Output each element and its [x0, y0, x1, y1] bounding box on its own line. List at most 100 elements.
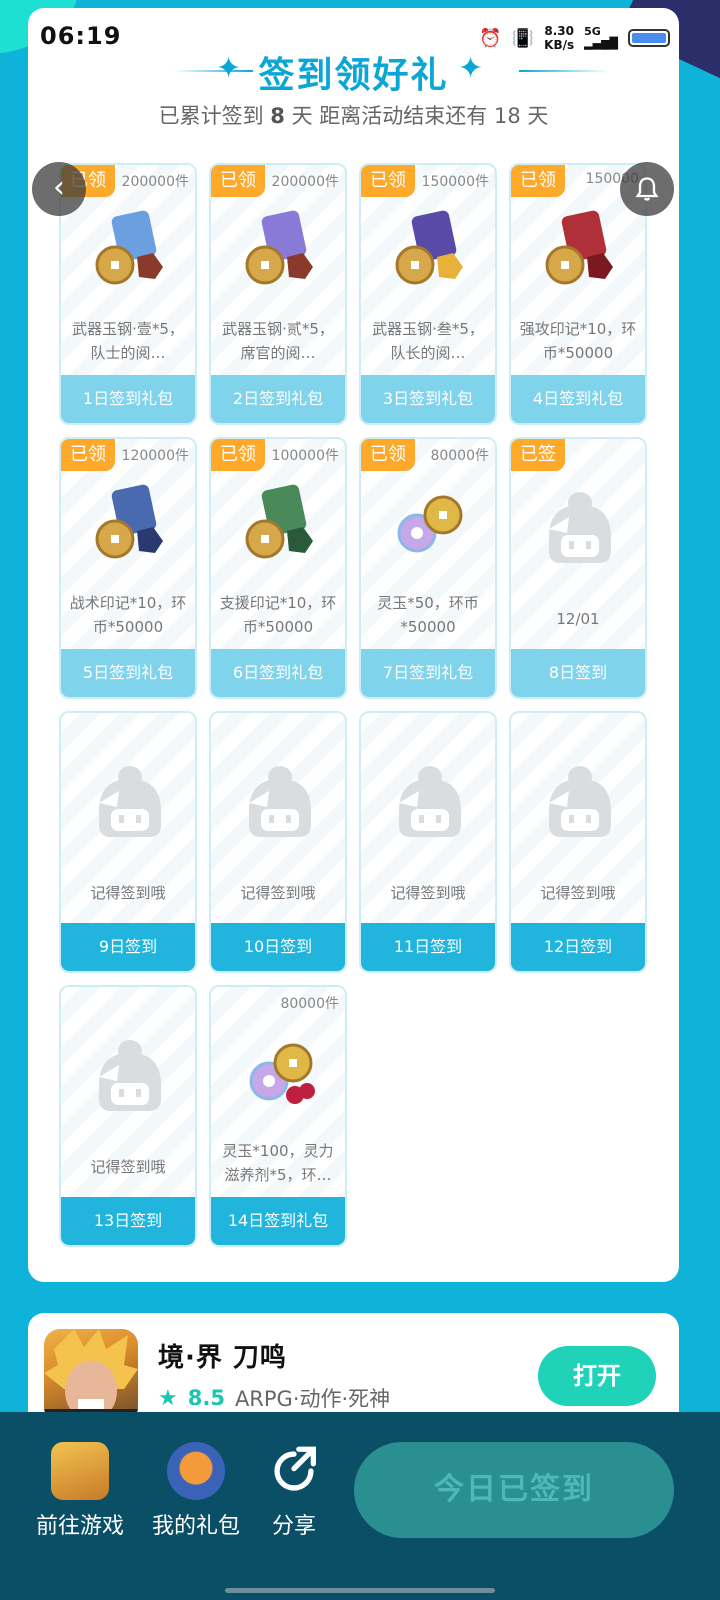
mascot-placeholder-icon	[545, 489, 615, 565]
notification-button[interactable]	[620, 162, 674, 216]
game-name: 境·界 刀鸣	[158, 1343, 287, 1373]
battery-icon	[628, 29, 670, 47]
checkin-summary: 已累计签到 8 天 距离活动结束还有 18 天	[28, 100, 679, 130]
open-game-button[interactable]: 打开	[538, 1346, 656, 1406]
checkin-card-day-7[interactable]: 已领 80000件灵玉*50，环币*50000 7日签到礼包	[359, 437, 497, 699]
back-button[interactable]: ‹	[32, 162, 86, 216]
bell-icon	[635, 177, 659, 201]
remaining-quantity: 80000件	[430, 448, 489, 464]
claimed-badge: 已领	[361, 165, 415, 197]
days-left-count: 18	[493, 104, 521, 128]
gift-description: 灵玉*50，环币*50000	[377, 594, 479, 636]
checkin-card-day-12[interactable]: 记得签到哦 12日签到	[509, 711, 647, 973]
card-day-label: 3日签到礼包	[361, 375, 495, 423]
network-indicator: 5G ▂▄▆█	[584, 26, 618, 50]
gift-item-image	[235, 481, 325, 571]
back-icon: ‹	[53, 170, 65, 205]
claimed-badge: 已领	[511, 165, 565, 197]
day-status-text: 记得签到哦	[240, 884, 316, 902]
game-shortcut-icon	[51, 1442, 109, 1500]
day-status-text: 记得签到哦	[90, 884, 166, 902]
card-day-label: 11日签到	[361, 923, 495, 971]
remaining-quantity: 150000件	[421, 174, 489, 190]
gift-description: 战术印记*10，环币*50000	[69, 594, 187, 636]
share-label: 分享	[271, 1514, 316, 1539]
clock: 06:19	[40, 22, 122, 50]
card-day-label: 4日签到礼包	[511, 375, 645, 423]
day-status-text: 记得签到哦	[90, 1158, 166, 1176]
gift-item-image	[85, 207, 175, 297]
card-day-label: 6日签到礼包	[211, 649, 345, 697]
claimed-badge: 已领	[361, 439, 415, 471]
gift-description: 强攻印记*10，环币*50000	[519, 320, 637, 362]
goto-game-button[interactable]: 前往游戏	[30, 1442, 130, 1540]
checkin-card-day-8[interactable]: 已签 12/01 8日签到	[509, 437, 647, 699]
star-icon: ★	[158, 1385, 178, 1411]
claimed-badge: 已签	[511, 439, 565, 471]
mascot-placeholder-icon	[545, 763, 615, 839]
card-day-label: 9日签到	[61, 923, 195, 971]
card-day-label: 5日签到礼包	[61, 649, 195, 697]
card-day-label: 8日签到	[511, 649, 645, 697]
remaining-quantity: 100000件	[271, 448, 339, 464]
card-day-label: 2日签到礼包	[211, 375, 345, 423]
speed-value: 8.30	[544, 24, 574, 38]
vibrate-icon: 📳	[511, 27, 535, 49]
gift-item-image	[535, 207, 625, 297]
gift-item-image	[385, 481, 475, 571]
checkin-card-day-13[interactable]: 记得签到哦 13日签到	[59, 985, 197, 1247]
sparkle-icon: ✦	[458, 51, 484, 86]
remaining-quantity: 80000件	[280, 996, 339, 1012]
checkin-card-day-9[interactable]: 记得签到哦 9日签到	[59, 711, 197, 973]
gift-description: 武器玉钢·壹*5，队士的阅…	[72, 320, 184, 362]
checkin-card-day-14[interactable]: 80000件 灵玉*100，灵力滋养剂*5，环… 14日签到礼包	[209, 985, 347, 1247]
gift-item-image	[85, 481, 175, 571]
remaining-quantity: 200000件	[121, 174, 189, 190]
summary-prefix: 已累计签到	[158, 104, 264, 128]
signal-icon: ▂▄▆█	[584, 37, 618, 50]
summary-mid: 天 距离活动结束还有	[291, 104, 488, 128]
remaining-quantity: 120000件	[121, 448, 189, 464]
speed-unit: KB/s	[544, 38, 575, 52]
checkin-card-day-6[interactable]: 已领 100000件 支援印记*10，环币*50000 6日签到礼包	[209, 437, 347, 699]
checkin-card-day-2[interactable]: 已领 200000件 武器玉钢·贰*5，席官的阅… 2日签到礼包	[209, 163, 347, 425]
status-bar: 06:19 ⏰ 📳 8.30 KB/s 5G ▂▄▆█	[40, 18, 670, 58]
card-day-label: 13日签到	[61, 1197, 195, 1245]
mascot-placeholder-icon	[395, 763, 465, 839]
checkin-card-day-11[interactable]: 记得签到哦 11日签到	[359, 711, 497, 973]
game-rating: 8.5	[187, 1386, 225, 1410]
checkin-card-day-5[interactable]: 已领 120000件战术印记*10，环币*50000 5日签到礼包	[59, 437, 197, 699]
claimed-badge: 已领	[61, 439, 115, 471]
my-gifts-label: 我的礼包	[151, 1514, 240, 1539]
day-status-text: 记得签到哦	[390, 884, 466, 902]
signed-today-button[interactable]: 今日已签到	[354, 1442, 674, 1538]
gift-box-icon	[167, 1442, 225, 1500]
gift-item-image	[385, 207, 475, 297]
claimed-badge: 已领	[211, 439, 265, 471]
bottom-action-bar: 前往游戏 我的礼包 分享 今日已签到	[0, 1412, 720, 1600]
gift-description: 灵玉*100，灵力滋养剂*5，环…	[222, 1142, 334, 1184]
alarm-icon: ⏰	[479, 27, 502, 49]
game-icon[interactable]	[44, 1329, 138, 1423]
claimed-badge: 已领	[211, 165, 265, 197]
network-speed: 8.30 KB/s	[544, 24, 574, 52]
share-button[interactable]: 分享	[262, 1442, 326, 1540]
mascot-placeholder-icon	[245, 763, 315, 839]
card-day-label: 7日签到礼包	[361, 649, 495, 697]
mascot-placeholder-icon	[95, 763, 165, 839]
card-day-label: 10日签到	[211, 923, 345, 971]
title-decoration-line	[519, 70, 609, 72]
signed-days-count: 8	[270, 104, 285, 128]
card-day-label: 1日签到礼包	[61, 375, 195, 423]
gift-item-image	[235, 207, 325, 297]
day-status-text: 12/01	[556, 610, 600, 628]
goto-game-label: 前往游戏	[35, 1514, 124, 1539]
checkin-card-day-3[interactable]: 已领 150000件 武器玉钢·叁*5，队长的阅… 3日签到礼包	[359, 163, 497, 425]
my-gifts-button[interactable]: 我的礼包	[146, 1442, 246, 1540]
share-icon	[274, 1446, 316, 1491]
checkin-panel: ✦ 签到领好礼 ✦ 已累计签到 8 天 距离活动结束还有 18 天 已领 2000…	[28, 8, 679, 1282]
day-status-text: 记得签到哦	[540, 884, 616, 902]
checkin-card-day-10[interactable]: 记得签到哦 10日签到	[209, 711, 347, 973]
remaining-quantity: 200000件	[271, 174, 339, 190]
game-tags: ARPG·动作·死神	[234, 1387, 391, 1411]
